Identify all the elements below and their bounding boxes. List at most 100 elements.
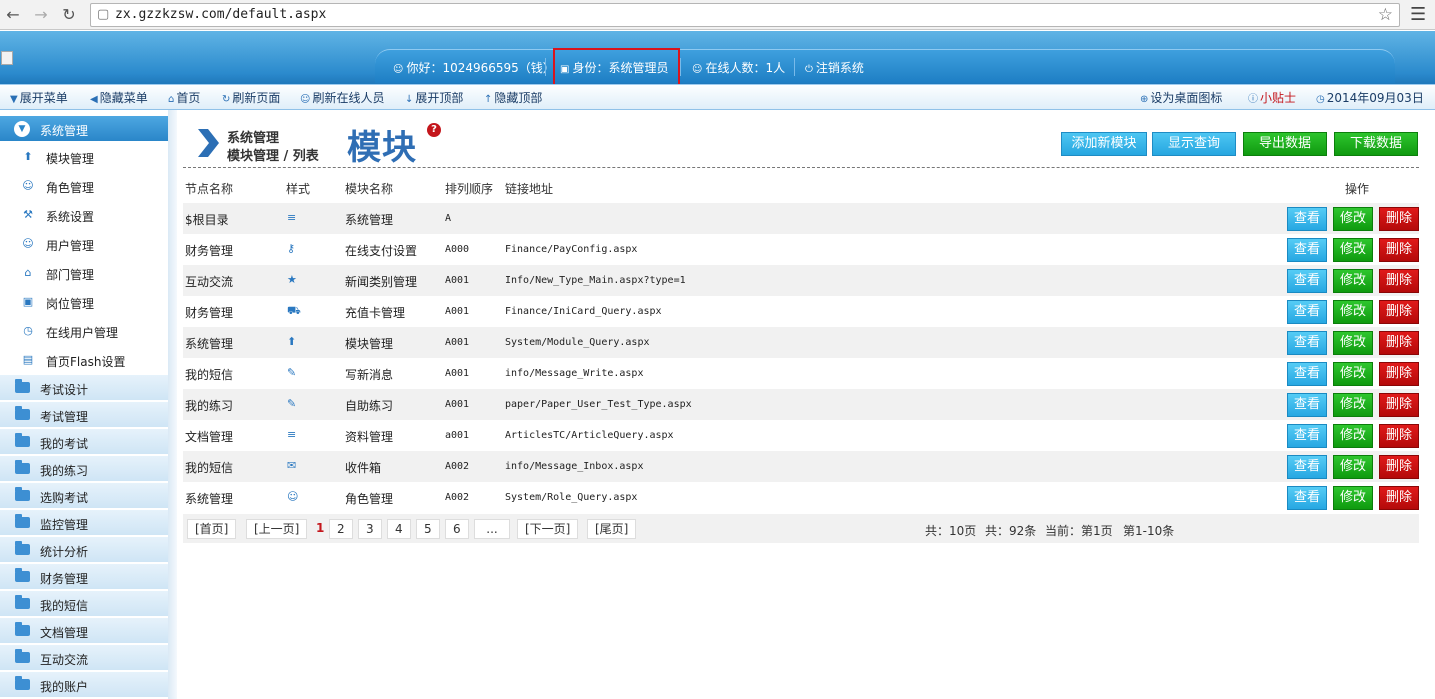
delete-button[interactable]: 删除 [1379,238,1419,262]
sidebar-section[interactable]: 文档管理 [0,618,168,644]
edit-button[interactable]: 修改 [1333,269,1373,293]
sidebar-section[interactable]: 统计分析 [0,537,168,563]
delete-button[interactable]: 删除 [1379,486,1419,510]
expand-top-button[interactable]: ↓ 展开顶部 [405,89,463,106]
sidebar-item[interactable]: ⬆ 模块管理 [0,142,168,171]
home-button[interactable]: ⌂ 首页 [168,89,200,106]
reload-icon[interactable]: ↻ [58,4,80,26]
sidebar-item[interactable]: ▣ 岗位管理 [0,287,168,316]
edit-button[interactable]: 修改 [1333,424,1373,448]
page-number[interactable]: 4 [387,519,411,539]
sidebar-item[interactable]: ☺ 用户管理 [0,229,168,258]
browser-menu-icon[interactable]: ☰ [1410,4,1426,25]
view-button[interactable]: 查看 [1287,331,1327,355]
view-button[interactable]: 查看 [1287,455,1327,479]
sidebar-section[interactable]: 选购考试 [0,483,168,509]
view-button[interactable]: 查看 [1287,269,1327,293]
page-number[interactable]: 3 [358,519,382,539]
page-ellipsis[interactable]: ... [474,519,510,539]
expand-menu-button[interactable]: ▼ 展开菜单 [10,89,68,106]
view-button[interactable]: 查看 [1287,238,1327,262]
delete-button[interactable]: 删除 [1379,269,1419,293]
delete-button[interactable]: 删除 [1379,455,1419,479]
table-row: 我的短信 ✉ 收件箱 A002 info/Message_Inbox.aspx … [183,451,1419,482]
cell-link: info/Message_Write.aspx [505,368,644,379]
cell-node: 财务管理 [185,244,234,258]
folder-icon [15,676,30,690]
delete-button[interactable]: 删除 [1379,207,1419,231]
export-data-button[interactable]: 导出数据 [1243,132,1327,156]
clock-icon: ◷ [1316,94,1325,105]
sidebar-section[interactable]: 财务管理 [0,564,168,590]
sidebar-item[interactable]: ◷ 在线用户管理 [0,316,168,345]
cell-name: 在线支付设置 [345,244,418,258]
sidebar-item-label: 角色管理 [46,181,95,195]
view-button[interactable]: 查看 [1287,424,1327,448]
download-data-button[interactable]: 下载数据 [1334,132,1418,156]
sidebar-section[interactable]: 我的考试 [0,429,168,455]
edit-button[interactable]: 修改 [1333,238,1373,262]
sidebar-section[interactable]: 我的账户 [0,672,168,698]
sidebar-item[interactable]: ☺ 角色管理 [0,171,168,200]
delete-button[interactable]: 删除 [1379,300,1419,324]
edit-button[interactable]: 修改 [1333,207,1373,231]
sidebar-splitter[interactable] [168,110,177,699]
sidebar-section-active[interactable]: ▼ 系统管理 [0,116,168,142]
edit-button[interactable]: 修改 [1333,486,1373,510]
sidebar-section[interactable]: 互动交流 [0,645,168,671]
view-button[interactable]: 查看 [1287,393,1327,417]
bookmark-star-icon[interactable]: ☆ [1378,5,1393,25]
edit-button[interactable]: 修改 [1333,362,1373,386]
show-query-button[interactable]: 显示查询 [1152,132,1236,156]
sidebar-item[interactable]: ▤ 首页Flash设置 [0,345,168,374]
url-text: zx.gzzkzsw.com/default.aspx [115,7,327,22]
sidebar-item[interactable]: ⚒ 系统设置 [0,200,168,229]
edit-button[interactable]: 修改 [1333,300,1373,324]
logout-link[interactable]: ⏻ 注销系统 [805,59,864,76]
delete-button[interactable]: 删除 [1379,424,1419,448]
sidebar-section[interactable]: 监控管理 [0,510,168,536]
home-icon: ⌂ [24,266,32,279]
first-page-button[interactable]: [首页] [187,519,237,539]
last-page-button[interactable]: [尾页] [587,519,637,539]
prev-page-button[interactable]: [上一页] [246,519,308,539]
delete-button[interactable]: 删除 [1379,331,1419,355]
sidebar-section[interactable]: 考试设计 [0,375,168,401]
page-number[interactable]: 2 [329,519,353,539]
user-icon: ☺ [692,64,703,75]
total-pages: 共：10页 [925,524,977,538]
edit-button[interactable]: 修改 [1333,331,1373,355]
refresh-online-button[interactable]: ☺ 刷新在线人员 [300,89,384,106]
hide-top-button[interactable]: ↑ 隐藏顶部 [484,89,542,106]
forward-icon[interactable]: → [30,4,52,26]
next-page-button[interactable]: [下一页] [517,519,579,539]
delete-button[interactable]: 删除 [1379,393,1419,417]
view-button[interactable]: 查看 [1287,362,1327,386]
add-module-button[interactable]: 添加新模块 [1061,132,1147,156]
sidebar-section-label: 我的考试 [40,437,89,451]
sidebar-section[interactable]: 我的短信 [0,591,168,617]
view-button[interactable]: 查看 [1287,207,1327,231]
folder-icon [15,487,30,501]
edit-button[interactable]: 修改 [1333,455,1373,479]
cell-link: paper/Paper_User_Test_Type.aspx [505,399,692,410]
back-icon[interactable]: ← [2,4,24,26]
page-number[interactable]: 5 [416,519,440,539]
cell-link: Finance/PayConfig.aspx [505,244,638,255]
page-number[interactable]: 6 [445,519,469,539]
tips-button[interactable]: ⓘ 小贴士 [1248,89,1296,106]
nav-divider [545,58,546,76]
sidebar-section[interactable]: 我的练习 [0,456,168,482]
sidebar-section[interactable]: 考试管理 [0,402,168,428]
address-bar[interactable]: ▢ zx.gzzkzsw.com/default.aspx ☆ [90,3,1400,27]
refresh-page-button[interactable]: ↻ 刷新页面 [222,89,280,106]
hide-menu-button[interactable]: ◀ 隐藏菜单 [90,89,148,106]
view-button[interactable]: 查看 [1287,486,1327,510]
view-button[interactable]: 查看 [1287,300,1327,324]
col-link: 链接地址 [505,182,554,196]
delete-button[interactable]: 删除 [1379,362,1419,386]
sidebar-item[interactable]: ⌂ 部门管理 [0,258,168,287]
help-icon[interactable]: ? [427,123,441,137]
edit-button[interactable]: 修改 [1333,393,1373,417]
set-desktop-button[interactable]: ⊕ 设为桌面图标 [1140,89,1222,106]
